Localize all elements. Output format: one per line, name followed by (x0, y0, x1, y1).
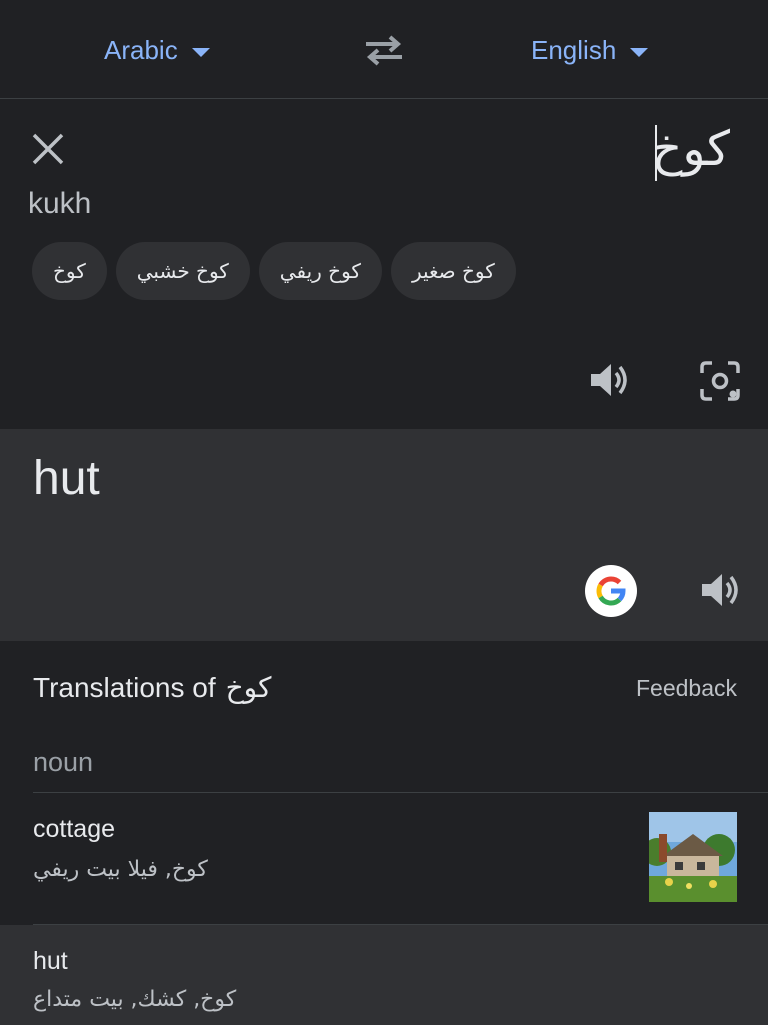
entry-word: hut (33, 947, 68, 975)
translations-details: Translations of كوخ Feedback noun cottag… (0, 641, 768, 1025)
speaker-icon[interactable] (697, 567, 743, 613)
suggestion-chip[interactable]: كوخ ريفي (258, 242, 382, 300)
details-title: Translations of كوخ (33, 671, 271, 704)
language-bar: Arabic English (0, 0, 768, 99)
swap-arrows-icon[interactable] (362, 30, 406, 70)
chevron-down-icon (630, 47, 649, 57)
google-logo-icon (596, 576, 626, 606)
cottage-thumbnail-image[interactable] (649, 812, 737, 902)
close-icon[interactable] (28, 129, 68, 169)
suggestion-chip[interactable]: كوخ خشبي (115, 242, 250, 300)
translated-text: hut (33, 452, 100, 505)
target-language-selector[interactable]: English (531, 30, 649, 70)
transliteration: kukh (28, 187, 92, 220)
camera-icon[interactable] (698, 359, 742, 403)
source-language-label: Arabic (104, 34, 178, 65)
suggestion-chips: كوخ كوخ خشبي كوخ ريفي كوخ صغير (32, 242, 516, 300)
feedback-link[interactable]: Feedback (636, 675, 737, 702)
chevron-down-icon (191, 47, 210, 57)
source-language-selector[interactable]: Arabic (104, 30, 210, 70)
details-title-prefix: Translations of (33, 671, 216, 703)
suggestion-chip[interactable]: كوخ صغير (390, 242, 516, 300)
details-title-word: كوخ (225, 671, 272, 704)
source-text-input[interactable]: كوخ (651, 121, 730, 177)
source-input-panel[interactable]: كوخ kukh كوخ كوخ خشبي كوخ ريفي كوخ صغير (0, 99, 768, 429)
entry-word: cottage (33, 815, 116, 843)
entry-synonyms: كوخ, كشك, بيت متداع (33, 987, 237, 1012)
entry-synonyms: كوخ, فيلا بيت ريفي (33, 857, 208, 882)
part-of-speech: noun (33, 747, 94, 777)
google-search-button[interactable] (585, 565, 637, 617)
translation-output-panel: hut (0, 429, 768, 641)
translation-entry-selected[interactable]: hut كوخ, كشك, بيت متداع (0, 925, 768, 1025)
speaker-icon[interactable] (586, 357, 632, 403)
target-language-label: English (531, 34, 617, 65)
suggestion-chip[interactable]: كوخ (32, 242, 107, 300)
